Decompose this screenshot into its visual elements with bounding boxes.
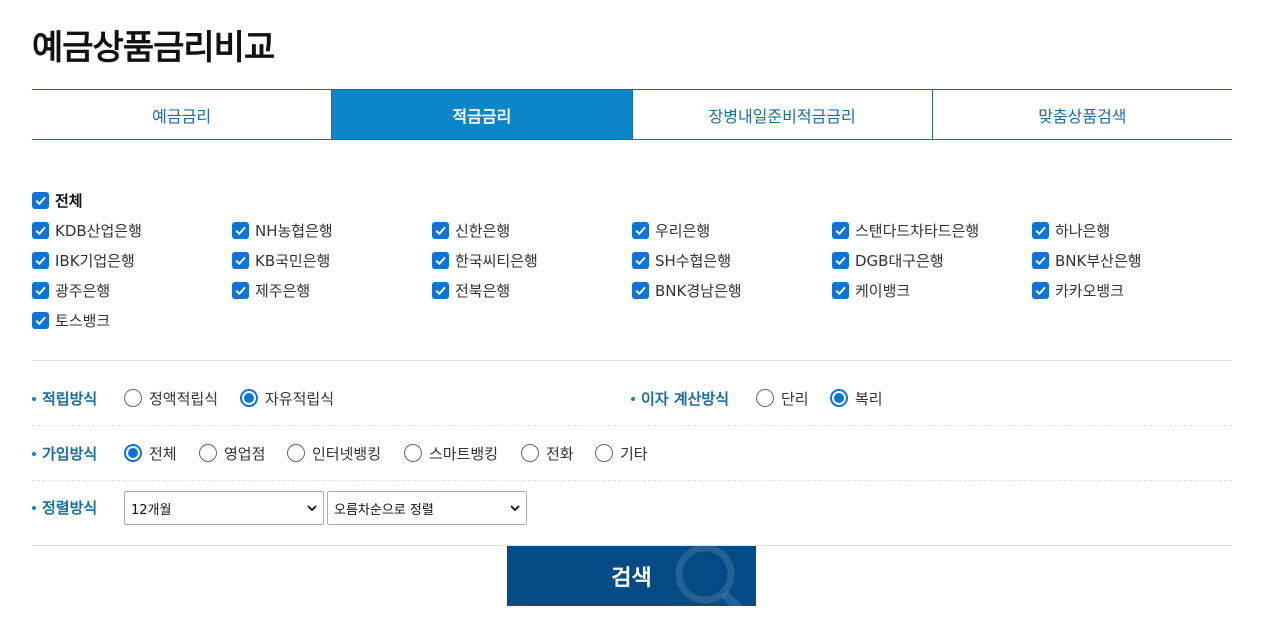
bank-checkbox-label: DGB대구은행 [855, 251, 944, 270]
check-icon [232, 221, 249, 239]
radio-join-smart[interactable]: 스마트뱅킹 [404, 441, 498, 465]
bank-checkbox[interactable]: 토스뱅크 [32, 305, 110, 335]
bank-checkbox[interactable]: KDB산업은행 [32, 215, 142, 245]
bank-checkbox[interactable]: IBK기업은행 [32, 245, 135, 275]
check-icon [432, 281, 449, 299]
radio-join-other[interactable]: 기타 [595, 441, 648, 465]
bank-checkbox-label: 한국씨티은행 [455, 251, 538, 270]
radio-interest-simple[interactable]: 단리 [756, 386, 809, 410]
bank-checkbox[interactable]: 신한은행 [432, 215, 510, 245]
divider [32, 425, 1232, 426]
tab-savings-rate[interactable]: 적금금리 [332, 90, 633, 139]
check-icon [232, 251, 249, 269]
bank-checkbox[interactable]: KB국민은행 [232, 245, 330, 275]
bank-checkbox-label: 제주은행 [255, 281, 311, 300]
check-icon [32, 221, 49, 239]
tab-bar: 예금금리 적금금리 장병내일준비적금금리 맞춤상품검색 [32, 89, 1232, 140]
bank-checkbox-all-label: 전체 [55, 191, 83, 210]
check-icon [432, 221, 449, 239]
bank-checkbox-label: BNK경남은행 [655, 281, 742, 300]
bank-checkbox[interactable]: 한국씨티은행 [432, 245, 538, 275]
bank-checkbox-label: 신한은행 [455, 221, 511, 240]
bank-checkbox[interactable]: 하나은행 [1032, 215, 1110, 245]
bank-checkbox[interactable]: 케이뱅크 [832, 275, 910, 305]
bank-checkbox-label: KDB산업은행 [55, 221, 142, 240]
join-method-label: 가입방식 [32, 443, 97, 464]
bank-checkbox[interactable]: DGB대구은행 [832, 245, 944, 275]
check-icon [32, 281, 49, 299]
order-select[interactable]: 오름차순으로 정렬 [327, 491, 527, 525]
bank-checkbox-label: IBK기업은행 [55, 251, 135, 270]
bank-checkbox-label: 전북은행 [455, 281, 511, 300]
bank-checkbox[interactable]: SH수협은행 [632, 245, 731, 275]
bank-checkbox-label: 스탠다드차타드은행 [855, 221, 980, 240]
bank-checkbox[interactable]: 우리은행 [632, 215, 710, 245]
check-icon [32, 311, 49, 329]
search-button[interactable]: 검색 [507, 546, 756, 606]
bank-checkbox[interactable]: 광주은행 [32, 275, 110, 305]
bank-checkbox-label: KB국민은행 [255, 251, 331, 270]
tab-deposit-rate[interactable]: 예금금리 [32, 90, 333, 139]
bank-checkbox-label: BNK부산은행 [1055, 251, 1142, 270]
radio-join-internet[interactable]: 인터넷뱅킹 [287, 441, 381, 465]
bank-checkbox-label: 케이뱅크 [855, 281, 911, 300]
check-icon [832, 281, 849, 299]
check-icon [832, 221, 849, 239]
check-icon [632, 221, 649, 239]
bank-checkbox[interactable]: 제주은행 [232, 275, 310, 305]
bank-checkbox-all[interactable]: 전체 [32, 185, 83, 215]
bank-checkbox[interactable]: BNK부산은행 [1032, 245, 1142, 275]
radio-join-phone[interactable]: 전화 [521, 441, 574, 465]
bank-checkbox-label: 카카오뱅크 [1055, 281, 1125, 300]
bank-checkbox[interactable]: NH농협은행 [232, 215, 333, 245]
tab-soldier-savings-rate[interactable]: 장병내일준비적금금리 [633, 90, 933, 139]
radio-interest-compound[interactable]: 복리 [830, 386, 883, 410]
radio-saving-free[interactable]: 자유적립식 [240, 386, 334, 410]
check-icon [32, 191, 49, 209]
page-title: 예금상품금리비교 [32, 28, 275, 68]
divider [32, 480, 1232, 481]
check-icon [632, 251, 649, 269]
bank-checkbox-label: SH수협은행 [655, 251, 732, 270]
bank-checkbox-label: 토스뱅크 [55, 311, 111, 330]
bank-checkbox[interactable]: 카카오뱅크 [1032, 275, 1124, 305]
chevron-down-icon [510, 505, 520, 512]
radio-join-all[interactable]: 전체 [124, 441, 177, 465]
search-icon [675, 546, 744, 606]
check-icon [632, 281, 649, 299]
tab-custom-search[interactable]: 맞춤상품검색 [933, 90, 1232, 139]
check-icon [32, 251, 49, 269]
period-select[interactable]: 12개월 [124, 491, 324, 525]
saving-method-label: 적립방식 [32, 388, 97, 409]
check-icon [1032, 251, 1049, 269]
check-icon [432, 251, 449, 269]
check-icon [832, 251, 849, 269]
bank-checkbox-label: NH농협은행 [255, 221, 333, 240]
divider [32, 360, 1232, 361]
bank-checkbox[interactable]: 전북은행 [432, 275, 510, 305]
check-icon [1032, 281, 1049, 299]
bank-checkbox[interactable]: 스탠다드차타드은행 [832, 215, 979, 245]
radio-join-branch[interactable]: 영업점 [199, 441, 265, 465]
interest-method-label: 이자 계산방식 [631, 388, 729, 409]
check-icon [232, 281, 249, 299]
bank-checkbox-label: 우리은행 [655, 221, 711, 240]
chevron-down-icon [307, 505, 317, 512]
sort-method-label: 정렬방식 [32, 497, 97, 518]
radio-saving-fixed[interactable]: 정액적립식 [124, 386, 218, 410]
bank-checkbox-label: 하나은행 [1055, 221, 1111, 240]
bank-checkbox-label: 광주은행 [55, 281, 111, 300]
check-icon [1032, 221, 1049, 239]
bank-checkbox[interactable]: BNK경남은행 [632, 275, 742, 305]
